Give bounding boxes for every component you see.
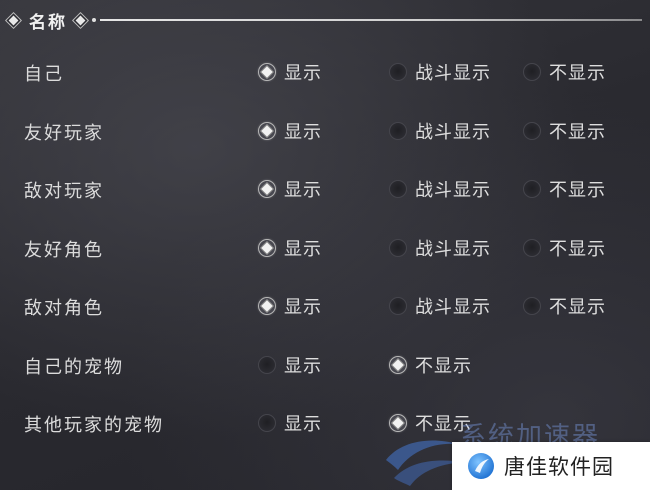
option-show[interactable]: 显示 [258, 117, 322, 145]
option-combat-show[interactable]: 战斗显示 [389, 175, 491, 203]
diamond-ornament-icon [8, 15, 19, 25]
radio-unselected-icon[interactable] [523, 121, 541, 140]
radio-selected-icon[interactable] [389, 355, 407, 374]
radio-selected-icon[interactable] [258, 238, 276, 257]
option-label: 不显示 [549, 238, 606, 260]
row-label: 友好玩家 [24, 122, 104, 144]
radio-unselected-icon[interactable] [389, 297, 407, 315]
radio-selected-icon[interactable] [258, 180, 276, 198]
option-label: 不显示 [415, 414, 472, 435]
option-hide[interactable]: 不显示 [523, 58, 606, 86]
row-label: 自己 [24, 64, 64, 85]
row-label: 敌对玩家 [24, 181, 104, 202]
section-header: 名称 [8, 8, 642, 33]
name-display-settings: 自己 显示 战斗显示 不显示 友好玩家 显示 战斗显示 不显示 敌对玩家 显示 … [0, 44, 650, 454]
radio-selected-icon[interactable] [258, 121, 276, 140]
option-hide[interactable]: 不显示 [523, 292, 606, 320]
option-label: 战斗显示 [415, 121, 491, 143]
radio-selected-icon[interactable] [258, 297, 276, 315]
radio-unselected-icon[interactable] [523, 180, 541, 198]
option-label: 战斗显示 [415, 180, 491, 201]
radio-unselected-icon[interactable] [389, 180, 407, 198]
option-label: 不显示 [549, 121, 606, 143]
row-label: 敌对角色 [24, 298, 104, 319]
option-label: 战斗显示 [415, 297, 491, 318]
option-label: 战斗显示 [415, 63, 491, 84]
brand-logo-icon [468, 453, 494, 479]
setting-row-friendly-characters: 友好角色 显示 战斗显示 不显示 [0, 220, 650, 279]
option-show[interactable]: 显示 [258, 292, 322, 320]
option-hide[interactable]: 不显示 [389, 409, 472, 437]
setting-row-hostile-characters: 敌对角色 显示 战斗显示 不显示 [0, 278, 650, 337]
row-label: 自己的宠物 [24, 356, 124, 378]
row-label: 友好角色 [24, 239, 104, 261]
setting-row-other-players-pets: 其他玩家的宠物 显示 不显示 [0, 395, 650, 454]
option-label: 显示 [284, 355, 322, 377]
option-label: 战斗显示 [415, 238, 491, 260]
setting-row-own-pet: 自己的宠物 显示 不显示 [0, 337, 650, 396]
divider-dot [92, 18, 96, 22]
watermark-brand-text: 唐佳软件园 [504, 455, 614, 479]
radio-unselected-icon[interactable] [258, 414, 276, 432]
option-label: 显示 [284, 414, 322, 435]
radio-unselected-icon[interactable] [389, 63, 407, 81]
radio-unselected-icon[interactable] [523, 238, 541, 257]
setting-row-friendly-players: 友好玩家 显示 战斗显示 不显示 [0, 103, 650, 162]
option-label: 显示 [284, 63, 322, 84]
radio-unselected-icon[interactable] [523, 297, 541, 315]
radio-selected-icon[interactable] [389, 414, 407, 432]
option-show[interactable]: 显示 [258, 175, 322, 203]
option-combat-show[interactable]: 战斗显示 [389, 292, 491, 320]
option-combat-show[interactable]: 战斗显示 [389, 117, 491, 145]
option-show[interactable]: 显示 [258, 409, 322, 437]
setting-row-self: 自己 显示 战斗显示 不显示 [0, 44, 650, 103]
option-label: 显示 [284, 297, 322, 318]
option-hide[interactable]: 不显示 [523, 117, 606, 145]
option-hide[interactable]: 不显示 [523, 175, 606, 203]
section-title: 名称 [29, 12, 67, 33]
header-divider [100, 19, 642, 21]
option-label: 显示 [284, 180, 322, 201]
option-label: 不显示 [549, 180, 606, 201]
option-show[interactable]: 显示 [258, 351, 322, 379]
option-show[interactable]: 显示 [258, 58, 322, 86]
row-label: 其他玩家的宠物 [24, 415, 164, 436]
option-show[interactable]: 显示 [258, 234, 322, 262]
option-hide[interactable]: 不显示 [523, 234, 606, 262]
option-label: 不显示 [549, 297, 606, 318]
radio-unselected-icon[interactable] [389, 238, 407, 257]
radio-selected-icon[interactable] [258, 63, 276, 81]
radio-unselected-icon[interactable] [258, 355, 276, 374]
option-hide[interactable]: 不显示 [389, 351, 472, 379]
option-label: 显示 [284, 238, 322, 260]
option-label: 不显示 [549, 63, 606, 84]
diamond-ornament-icon [75, 15, 86, 25]
radio-unselected-icon[interactable] [389, 121, 407, 140]
option-label: 显示 [284, 121, 322, 143]
option-combat-show[interactable]: 战斗显示 [389, 234, 491, 262]
option-combat-show[interactable]: 战斗显示 [389, 58, 491, 86]
radio-unselected-icon[interactable] [523, 63, 541, 81]
setting-row-hostile-players: 敌对玩家 显示 战斗显示 不显示 [0, 161, 650, 220]
option-label: 不显示 [415, 355, 472, 377]
